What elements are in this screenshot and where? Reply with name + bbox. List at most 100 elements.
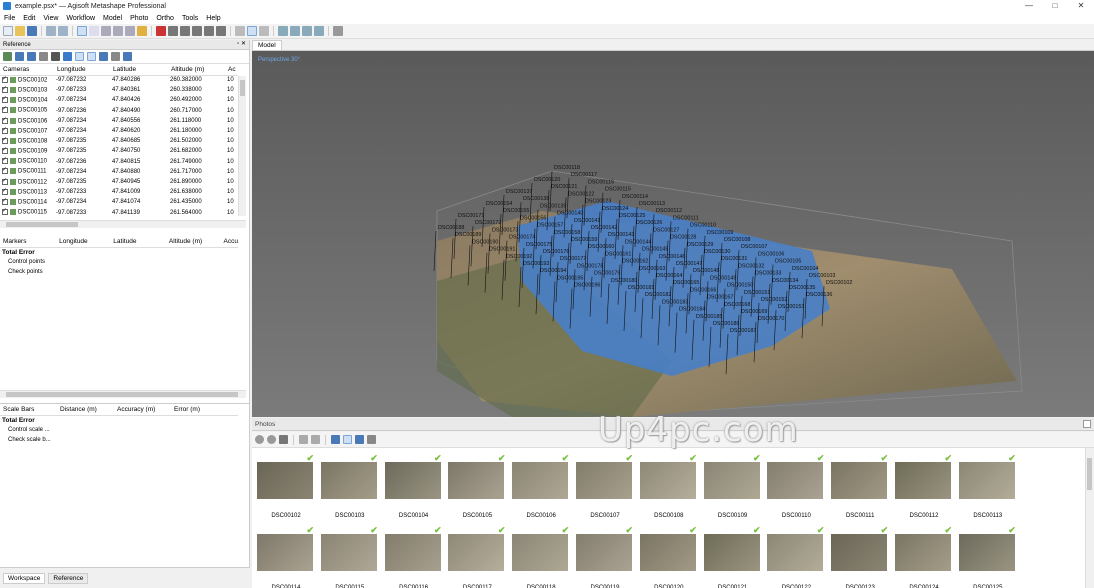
import-icon[interactable] [3,52,12,61]
zoom-in-icon[interactable] [180,26,190,36]
column-header[interactable]: Ac [225,64,238,76]
camera-label[interactable]: DSC00163 [639,266,665,272]
point-cloud-icon[interactable] [247,26,257,36]
camera-label[interactable]: DSC00149 [710,275,736,281]
capture-view-icon[interactable] [333,26,343,36]
table-row[interactable]: DSC00106 -97.087234 47.840556 261.118000 10 [0,116,238,126]
table-row[interactable]: DSC00112 -97.087235 47.840945 261.890000 10 [0,177,238,187]
grid-icon[interactable] [235,26,245,36]
camera-label[interactable]: DSC00158 [554,230,580,236]
table-row[interactable]: DSC00114 -97.087234 47.841074 261.435000 10 [0,197,238,207]
enable-checkbox[interactable] [2,75,8,84]
photo-thumbnail[interactable]: ✔ DSC00112 [892,453,952,519]
column-header[interactable]: Altitude (m) [168,64,225,76]
view-estimated-icon[interactable] [87,52,96,61]
update-icon[interactable] [63,52,72,61]
photo-thumbnail[interactable]: ✔ DSC00121 [701,525,761,588]
enable-checkbox[interactable] [2,177,8,185]
camera-label[interactable]: DSC00146 [659,254,685,260]
menu-photo[interactable]: Photo [126,15,152,22]
show-region-icon[interactable] [302,26,312,36]
camera-label[interactable]: DSC00171 [458,213,484,219]
show-cameras-icon[interactable] [278,26,288,36]
camera-label[interactable]: DSC00196 [574,283,600,289]
camera-label[interactable]: DSC00113 [639,201,665,207]
rotate-left-icon[interactable] [299,435,308,444]
camera-label[interactable]: DSC00169 [741,309,767,315]
enable-checkbox[interactable] [2,85,8,93]
photo-thumbnail[interactable]: ✔ DSC00111 [828,453,888,519]
camera-label[interactable]: DSC00106 [758,251,784,257]
table-row[interactable]: DSC00108 -97.087235 47.840685 261.502000 10 [0,136,238,146]
photo-thumbnail[interactable]: ✔ DSC00103 [318,453,378,519]
camera-label[interactable]: DSC00175 [526,242,552,248]
camera-label[interactable]: DSC00178 [577,263,603,269]
camera-label[interactable]: DSC00145 [642,247,668,253]
camera-label[interactable]: DSC00193 [523,261,549,267]
photo-thumbnail[interactable]: ✔ DSC00107 [573,453,633,519]
photo-thumbnail[interactable]: ✔ DSC00105 [445,453,505,519]
camera-label[interactable]: DSC00107 [741,244,767,250]
table-row[interactable]: DSC00115 -97.087233 47.841139 261.564000 10 [0,207,238,217]
rotate-right-icon[interactable] [311,435,320,444]
column-header[interactable]: Latitude [110,64,168,76]
camera-label[interactable]: DSC00109 [707,230,733,236]
camera-label[interactable]: DSC00180 [611,278,637,284]
zoom-out-icon[interactable] [192,26,202,36]
camera-label[interactable]: DSC00159 [571,237,597,243]
enable-checkbox[interactable] [2,207,8,216]
camera-label[interactable]: DSC00168 [724,302,750,308]
maximize-button[interactable]: □ [1042,0,1068,12]
camera-label[interactable]: DSC00141 [574,218,600,224]
column-header[interactable]: Accu [220,236,238,248]
camera-label[interactable]: DSC00190 [472,239,498,245]
camera-label[interactable]: DSC00183 [662,299,688,305]
camera-label[interactable]: DSC00123 [585,199,611,205]
menu-tools[interactable]: Tools [178,15,202,22]
camera-label[interactable]: DSC00117 [571,172,597,178]
move-object-icon[interactable] [101,26,111,36]
column-header[interactable]: Accuracy (m) [114,404,171,416]
column-header[interactable]: Altitude (m) [165,236,221,248]
camera-label[interactable]: DSC00103 [809,273,835,279]
close-photos-icon[interactable] [279,435,288,444]
settings-icon[interactable] [123,52,132,61]
camera-label[interactable]: DSC00121 [551,184,577,190]
camera-label[interactable]: DSC00174 [509,235,535,241]
enable-checkbox[interactable] [2,197,8,206]
tree-item[interactable]: Control scale ... [0,425,57,435]
camera-label[interactable]: DSC00170 [758,316,784,322]
camera-label[interactable]: DSC00151 [744,290,770,296]
model-view-icon[interactable] [259,26,269,36]
enable-checkbox[interactable] [2,146,8,155]
export-icon[interactable] [15,52,24,61]
table-row[interactable]: DSC00105 -97.087236 47.840490 260.717000 10 [0,105,238,116]
camera-label[interactable]: DSC00154 [486,201,512,207]
camera-label[interactable]: DSC00186 [713,321,739,327]
menu-view[interactable]: View [39,15,62,22]
delete-selection-icon[interactable] [156,26,166,36]
table-row[interactable]: DSC00107 -97.087234 47.840620 261.180000 10 [0,126,238,136]
redo-icon[interactable] [58,26,68,36]
table-row[interactable]: DSC00111 -97.087234 47.840880 261.717000 10 [0,166,238,177]
table-row[interactable]: DSC00109 -97.087235 47.840750 261.682000 10 [0,146,238,156]
tab-reference[interactable]: Reference [48,572,89,584]
camera-label[interactable]: DSC00122 [568,191,594,197]
column-header[interactable]: Scale Bars [0,404,57,416]
enable-checkbox[interactable] [2,156,8,165]
camera-label[interactable]: DSC00181 [628,285,654,291]
camera-label[interactable]: DSC00160 [588,244,614,250]
camera-label[interactable]: DSC00108 [724,237,750,243]
table-icon[interactable] [39,52,48,61]
camera-label[interactable]: DSC00139 [540,203,566,209]
camera-label[interactable]: DSC00116 [588,179,614,185]
camera-label[interactable]: DSC00187 [730,328,756,334]
camera-label[interactable]: DSC00115 [605,187,631,193]
camera-label[interactable]: DSC00177 [560,256,586,262]
camera-label[interactable]: DSC00128 [670,235,696,241]
table-row[interactable]: DSC00110 -97.087236 47.840815 261.749000 10 [0,156,238,167]
close-button[interactable]: ✕ [1068,0,1094,12]
draw-icon[interactable] [137,26,147,36]
optimize-cameras-icon[interactable] [51,52,60,61]
camera-label[interactable]: DSC00155 [503,208,529,214]
